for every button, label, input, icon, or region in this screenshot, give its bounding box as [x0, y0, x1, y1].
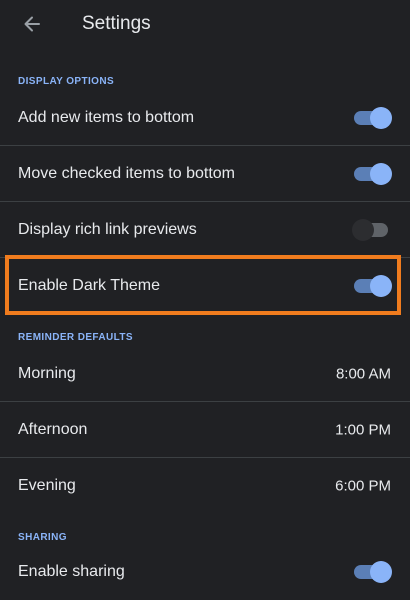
reminder-time: 6:00 PM [335, 477, 391, 495]
toggle-thumb [352, 219, 374, 241]
toggle-move-checked-items-to-bottom[interactable] [354, 163, 392, 185]
section-header-sharing: SHARING [18, 532, 67, 543]
toggle-thumb [370, 163, 392, 185]
toggle-enable-dark-theme[interactable] [354, 275, 392, 297]
setting-row-display-rich-link-previews[interactable]: Display rich link previews [0, 202, 410, 258]
section-header-display-options: DISPLAY OPTIONS [18, 76, 115, 87]
toggle-add-new-items-to-bottom[interactable] [354, 107, 392, 129]
setting-label: Enable Dark Theme [18, 277, 160, 294]
page-title: Settings [82, 13, 151, 34]
setting-label: Display rich link previews [18, 221, 197, 238]
toggle-thumb [370, 107, 392, 129]
reminder-label: Morning [18, 365, 76, 382]
reminder-time: 8:00 AM [335, 365, 391, 383]
setting-label: Move checked items to bottom [18, 165, 235, 182]
setting-row-move-checked-items-to-bottom[interactable]: Move checked items to bottom [0, 146, 410, 202]
setting-row-enable-sharing[interactable]: Enable sharing [0, 544, 410, 600]
toggle-display-rich-link-previews[interactable] [352, 219, 388, 241]
toggle-enable-sharing[interactable] [354, 561, 392, 583]
section-header-reminder-defaults: REMINDER DEFAULTS [18, 332, 133, 343]
reminder-row-evening[interactable]: Evening 6:00 PM [0, 458, 410, 514]
reminder-label: Evening [18, 477, 76, 494]
setting-label: Add new items to bottom [18, 109, 195, 126]
reminder-row-morning[interactable]: Morning 8:00 AM [0, 346, 410, 402]
setting-label: Enable sharing [18, 563, 125, 580]
toggle-thumb [370, 561, 392, 583]
reminder-label: Afternoon [18, 421, 88, 438]
setting-row-add-new-items-to-bottom[interactable]: Add new items to bottom [0, 90, 410, 146]
reminder-row-afternoon[interactable]: Afternoon 1:00 PM [0, 402, 410, 458]
toggle-thumb [370, 275, 392, 297]
setting-row-enable-dark-theme[interactable]: Enable Dark Theme [0, 258, 410, 314]
app-bar: Settings [0, 0, 410, 50]
reminder-time: 1:00 PM [335, 421, 391, 439]
arrow-back-icon [24, 16, 40, 32]
back-button[interactable] [14, 8, 50, 40]
